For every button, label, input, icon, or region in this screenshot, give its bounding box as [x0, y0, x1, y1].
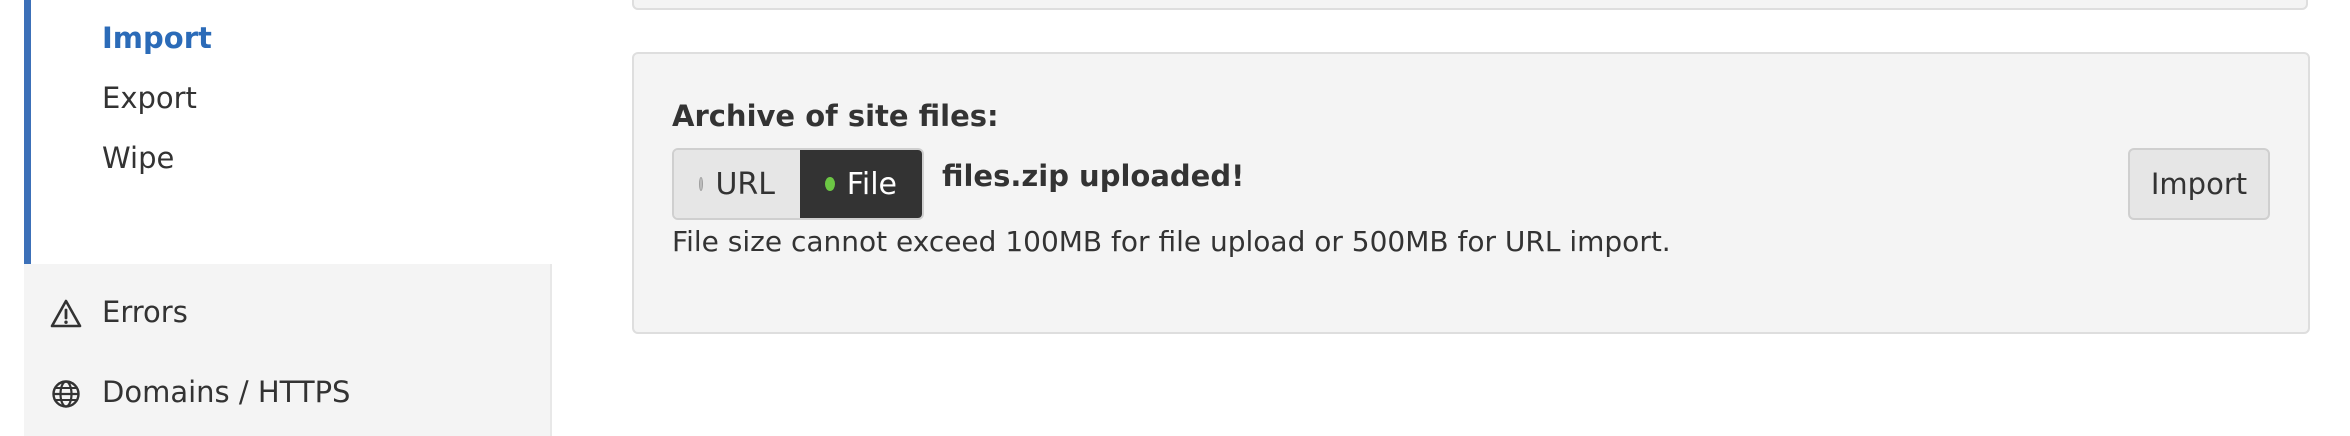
import-button[interactable]: Import — [2128, 148, 2270, 220]
sidebar-submenu: Import Export Wipe — [24, 0, 552, 264]
sidebar-item-wipe[interactable]: Wipe — [102, 138, 174, 178]
toggle-url-label: URL — [715, 166, 775, 202]
sidebar-item-errors[interactable]: Errors — [24, 274, 552, 354]
toggle-file-label: File — [846, 166, 897, 202]
upload-status: files.zip uploaded! — [942, 159, 1245, 193]
sidebar: Import Export Wipe Errors Domains / HTTP… — [24, 0, 552, 436]
source-toggle: URL File — [672, 148, 924, 220]
toggle-file-button[interactable]: File — [800, 150, 922, 218]
sidebar-item-domains-https[interactable]: Domains / HTTPS — [24, 354, 552, 434]
previous-panel-edge — [632, 0, 2308, 10]
file-size-hint: File size cannot exceed 100MB for file u… — [672, 225, 1671, 258]
page: Import Export Wipe Errors Domains / HTTP… — [0, 0, 2350, 436]
sidebar-item-errors-label: Errors — [102, 295, 188, 329]
archive-label: Archive of site files: — [672, 99, 999, 133]
submenu-accent-bar — [24, 0, 31, 264]
sidebar-item-import[interactable]: Import — [102, 18, 212, 58]
radio-dot-off-icon — [699, 177, 704, 191]
globe-icon — [50, 378, 82, 410]
sidebar-item-export[interactable]: Export — [102, 78, 197, 118]
sidebar-main-menu: Errors Domains / HTTPS — [24, 264, 552, 436]
sidebar-item-domains-https-label: Domains / HTTPS — [102, 375, 351, 409]
toggle-url-button[interactable]: URL — [674, 150, 800, 218]
import-panel: Archive of site files: URL File files.zi… — [632, 52, 2310, 334]
radio-dot-on-icon — [825, 177, 835, 191]
warning-icon — [50, 298, 82, 330]
